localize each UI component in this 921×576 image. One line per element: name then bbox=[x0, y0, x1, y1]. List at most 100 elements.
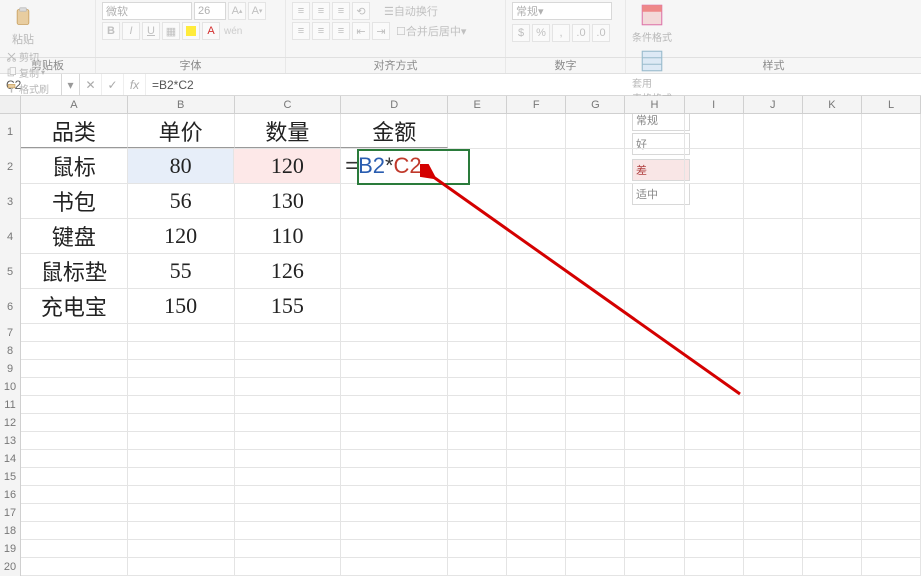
cell[interactable] bbox=[625, 254, 684, 288]
font-name-combo[interactable]: 微软 bbox=[102, 2, 192, 20]
cell[interactable] bbox=[128, 558, 235, 576]
cell[interactable] bbox=[625, 540, 684, 558]
cell[interactable] bbox=[341, 450, 448, 468]
row-header-11[interactable]: 11 bbox=[0, 396, 21, 414]
cell[interactable] bbox=[507, 396, 566, 414]
cell[interactable] bbox=[566, 289, 625, 323]
cell[interactable] bbox=[862, 254, 921, 288]
column-header-A[interactable]: A bbox=[21, 96, 128, 113]
cell[interactable] bbox=[803, 149, 862, 183]
align-bottom-button[interactable]: ≡ bbox=[332, 2, 350, 20]
cell[interactable] bbox=[625, 522, 684, 540]
cell[interactable] bbox=[341, 468, 448, 486]
row-header-1[interactable]: 1 bbox=[0, 114, 21, 149]
cell[interactable] bbox=[862, 414, 921, 432]
column-header-B[interactable]: B bbox=[128, 96, 235, 113]
cell[interactable] bbox=[21, 486, 128, 504]
cell[interactable] bbox=[744, 149, 803, 183]
cell[interactable] bbox=[566, 504, 625, 522]
cell[interactable] bbox=[566, 522, 625, 540]
cell[interactable] bbox=[803, 378, 862, 396]
cell[interactable] bbox=[625, 486, 684, 504]
cell[interactable] bbox=[566, 414, 625, 432]
cell[interactable] bbox=[744, 558, 803, 576]
cell[interactable] bbox=[128, 486, 235, 504]
cell[interactable] bbox=[128, 414, 235, 432]
column-header-D[interactable]: D bbox=[341, 96, 448, 113]
column-header-G[interactable]: G bbox=[566, 96, 625, 113]
cell[interactable] bbox=[625, 504, 684, 522]
cell[interactable] bbox=[744, 114, 803, 148]
cell[interactable]: =B2*C2 bbox=[341, 149, 448, 183]
cell[interactable]: 110 bbox=[235, 219, 342, 253]
cell[interactable] bbox=[507, 184, 566, 218]
row-header-12[interactable]: 12 bbox=[0, 414, 21, 432]
cell[interactable] bbox=[507, 486, 566, 504]
row-header-10[interactable]: 10 bbox=[0, 378, 21, 396]
cell[interactable] bbox=[448, 468, 507, 486]
percent-button[interactable]: % bbox=[532, 24, 550, 42]
cell[interactable] bbox=[507, 114, 566, 148]
cell[interactable] bbox=[625, 378, 684, 396]
cell[interactable]: 单价 bbox=[128, 114, 235, 148]
row-header-19[interactable]: 19 bbox=[0, 540, 21, 558]
cell[interactable] bbox=[862, 114, 921, 148]
cell[interactable] bbox=[685, 378, 744, 396]
cell[interactable] bbox=[862, 378, 921, 396]
cell[interactable] bbox=[685, 522, 744, 540]
cell[interactable]: 55 bbox=[128, 254, 235, 288]
cell[interactable] bbox=[625, 360, 684, 378]
cell[interactable]: 鼠标垫 bbox=[21, 254, 128, 288]
cell[interactable] bbox=[625, 114, 684, 148]
cell[interactable] bbox=[566, 254, 625, 288]
cell[interactable] bbox=[803, 432, 862, 450]
cell[interactable] bbox=[448, 342, 507, 360]
cell[interactable] bbox=[341, 360, 448, 378]
cell[interactable] bbox=[685, 432, 744, 450]
cell[interactable] bbox=[235, 522, 342, 540]
cell[interactable] bbox=[803, 219, 862, 253]
cell[interactable] bbox=[341, 342, 448, 360]
cell[interactable] bbox=[448, 522, 507, 540]
cell[interactable] bbox=[128, 450, 235, 468]
cell[interactable] bbox=[21, 432, 128, 450]
cell[interactable] bbox=[625, 149, 684, 183]
row-header-15[interactable]: 15 bbox=[0, 468, 21, 486]
cell[interactable] bbox=[685, 289, 744, 323]
cell[interactable] bbox=[341, 540, 448, 558]
cell[interactable] bbox=[507, 324, 566, 342]
cell[interactable] bbox=[862, 450, 921, 468]
cell[interactable] bbox=[685, 486, 744, 504]
cell[interactable] bbox=[507, 558, 566, 576]
cell[interactable] bbox=[744, 324, 803, 342]
increase-font-button[interactable]: A▴ bbox=[228, 2, 246, 20]
decrease-font-button[interactable]: A▾ bbox=[248, 2, 266, 20]
cell[interactable] bbox=[566, 114, 625, 148]
cell[interactable] bbox=[128, 342, 235, 360]
cell[interactable] bbox=[744, 522, 803, 540]
cell[interactable] bbox=[21, 522, 128, 540]
cell[interactable] bbox=[744, 378, 803, 396]
cell[interactable] bbox=[803, 468, 862, 486]
cell[interactable]: 充电宝 bbox=[21, 289, 128, 323]
cell[interactable] bbox=[21, 342, 128, 360]
cell[interactable] bbox=[235, 378, 342, 396]
cell[interactable] bbox=[341, 432, 448, 450]
cell[interactable] bbox=[803, 396, 862, 414]
cell[interactable] bbox=[566, 396, 625, 414]
cell[interactable] bbox=[566, 149, 625, 183]
align-left-button[interactable]: ≡ bbox=[292, 22, 310, 40]
border-button[interactable]: ▦ bbox=[162, 22, 180, 40]
align-middle-button[interactable]: ≡ bbox=[312, 2, 330, 20]
paste-button[interactable]: 粘贴 bbox=[6, 1, 40, 47]
cell[interactable] bbox=[448, 184, 507, 218]
cell[interactable] bbox=[341, 396, 448, 414]
cell[interactable] bbox=[744, 486, 803, 504]
cell[interactable] bbox=[507, 289, 566, 323]
cell[interactable] bbox=[625, 289, 684, 323]
cell[interactable]: 126 bbox=[235, 254, 342, 288]
cell[interactable] bbox=[448, 396, 507, 414]
cell[interactable] bbox=[448, 114, 507, 148]
cell[interactable] bbox=[21, 396, 128, 414]
cell[interactable]: 鼠标 bbox=[21, 149, 128, 183]
